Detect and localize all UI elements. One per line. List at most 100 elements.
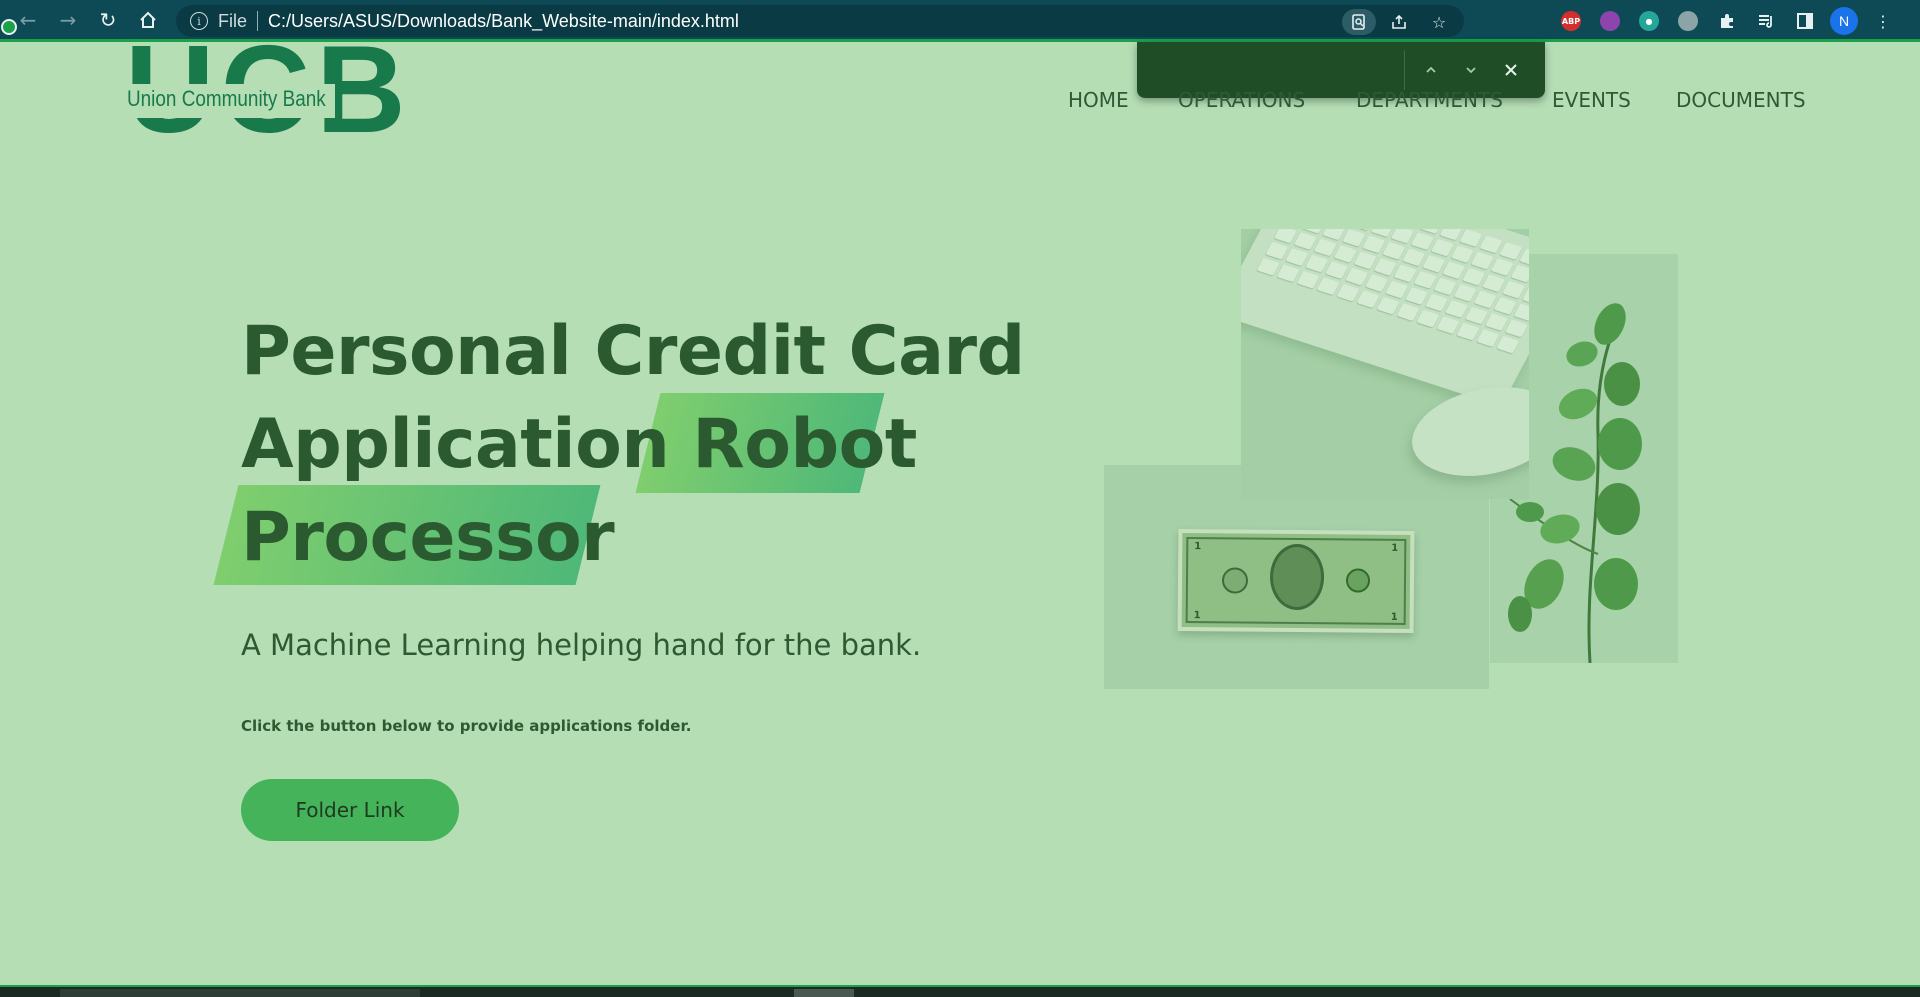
keyboard-key [1365,274,1389,292]
find-next-button[interactable] [1457,56,1485,84]
chevron-up-icon [1426,66,1436,73]
forward-button[interactable]: → [48,0,88,41]
find-in-page-button[interactable] [1342,9,1376,35]
keyboard-key [1485,313,1508,331]
keyboard-key [1390,229,1414,244]
keyboard-key [1265,241,1289,260]
keyboard-key [1362,235,1386,254]
bookmark-star-button[interactable]: ☆ [1422,9,1456,35]
keyboard-key [1462,267,1486,286]
keyboard-key [1382,241,1406,260]
adblock-extension-button[interactable]: ABP [1556,6,1586,36]
taskbar-item[interactable] [794,989,854,997]
keyboard-key [1316,277,1340,296]
nav-home[interactable]: HOME [1068,88,1129,112]
keyboard-key [1459,229,1483,247]
keyboard-key [1333,245,1357,263]
bill-corner-number: 1 [1390,611,1398,623]
reload-icon: ↻ [99,7,117,32]
keyboard-key [1439,229,1463,241]
keyboard-key [1499,242,1523,260]
nav-documents[interactable]: DOCUMENTS [1676,88,1806,112]
keyboard-key [1456,322,1480,341]
arrow-right-icon: → [59,7,77,32]
keyboard-key [1393,264,1417,283]
star-icon: ☆ [1431,12,1447,32]
nav-operations[interactable]: OPERATIONS [1178,88,1305,112]
find-close-button[interactable] [1497,56,1525,84]
extensions-button[interactable] [1712,6,1742,36]
browser-menu-button[interactable]: ⋮ [1868,6,1898,36]
keyboard-key [1490,258,1514,276]
keyboard-key [1470,251,1494,270]
keyboard-key [1493,296,1517,315]
find-previous-button[interactable] [1417,56,1445,84]
keyboard-key [1413,270,1437,289]
globe-extension-button[interactable] [1673,6,1703,36]
profile-button[interactable]: N [1829,6,1859,36]
keyboard-key [1256,257,1280,276]
keyboard-image [1241,229,1529,499]
keyboard-key [1396,303,1420,322]
keyboard-key [1376,296,1400,315]
keyboard-key [1479,235,1503,254]
bill-corner-number: 1 [1194,541,1202,553]
keyboard-key [1513,303,1529,322]
bill-seal-right [1345,568,1371,593]
reload-button[interactable]: ↻ [88,0,128,41]
puzzle-icon [1721,14,1733,28]
taskbar-item[interactable] [60,989,420,997]
bill-portrait [1269,543,1325,611]
hero-subtitle: A Machine Learning helping hand for the … [241,628,922,662]
folder-link-button[interactable]: Folder Link [241,779,459,841]
site-logo[interactable]: UCB Union Community Bank [125,28,406,156]
lock-extension-button[interactable]: ● [1634,6,1664,36]
dollar-bill-graphic: 1 1 1 1 [1177,528,1415,634]
keyboard-key [1285,248,1309,266]
nav-departments[interactable]: DEPARTMENTS [1356,88,1503,112]
keyboard-key [1496,335,1520,354]
keyboard-key [1385,280,1409,299]
media-queue-icon [1759,15,1772,28]
back-button[interactable]: ← [8,0,48,41]
bill-seal-left [1221,567,1249,594]
keyboard-key [1305,254,1329,273]
arrow-left-icon: ← [19,7,37,32]
close-icon [1505,64,1517,76]
share-button[interactable] [1382,9,1416,35]
keyboard-key [1436,316,1460,335]
keyboard-key [1373,258,1397,276]
hero-title-application: Application [241,405,670,484]
mouse-graphic [1403,374,1529,489]
keyboard-key [1505,319,1528,338]
os-taskbar [0,985,1920,997]
keyboard-key [1416,309,1440,328]
media-control-button[interactable] [1751,6,1781,36]
keyboard-key [1445,300,1468,318]
keyboard-key [1453,283,1477,302]
keyboard-key [1473,290,1497,309]
keyboard-key [1522,287,1529,306]
logo-bank-name: Union Community Bank [127,86,326,111]
find-input[interactable] [1149,54,1394,86]
bill-corner-number: 1 [1193,610,1201,622]
keyboard-key [1482,274,1506,293]
hero-instruction: Click the button below to provide applic… [241,717,692,735]
pocket-extension-button[interactable] [1595,6,1625,36]
keyboard-key [1450,245,1474,264]
adblock-icon: ABP [1561,11,1581,31]
keyboard-key [1345,267,1369,286]
find-in-page-icon [1352,14,1365,30]
nav-events[interactable]: EVENTS [1552,88,1631,112]
keyboard-key [1433,277,1457,296]
keyboard-key [1342,229,1366,247]
keyboard-key [1405,287,1429,305]
keyboard-key [1425,293,1448,312]
keyboard-key [1430,238,1454,257]
share-icon [1392,14,1406,29]
keyboard-key [1325,261,1349,279]
keyboard-key [1353,251,1377,270]
keyboard-key [1410,232,1434,251]
keyboard-key [1322,229,1346,241]
side-panel-button[interactable] [1790,6,1820,36]
